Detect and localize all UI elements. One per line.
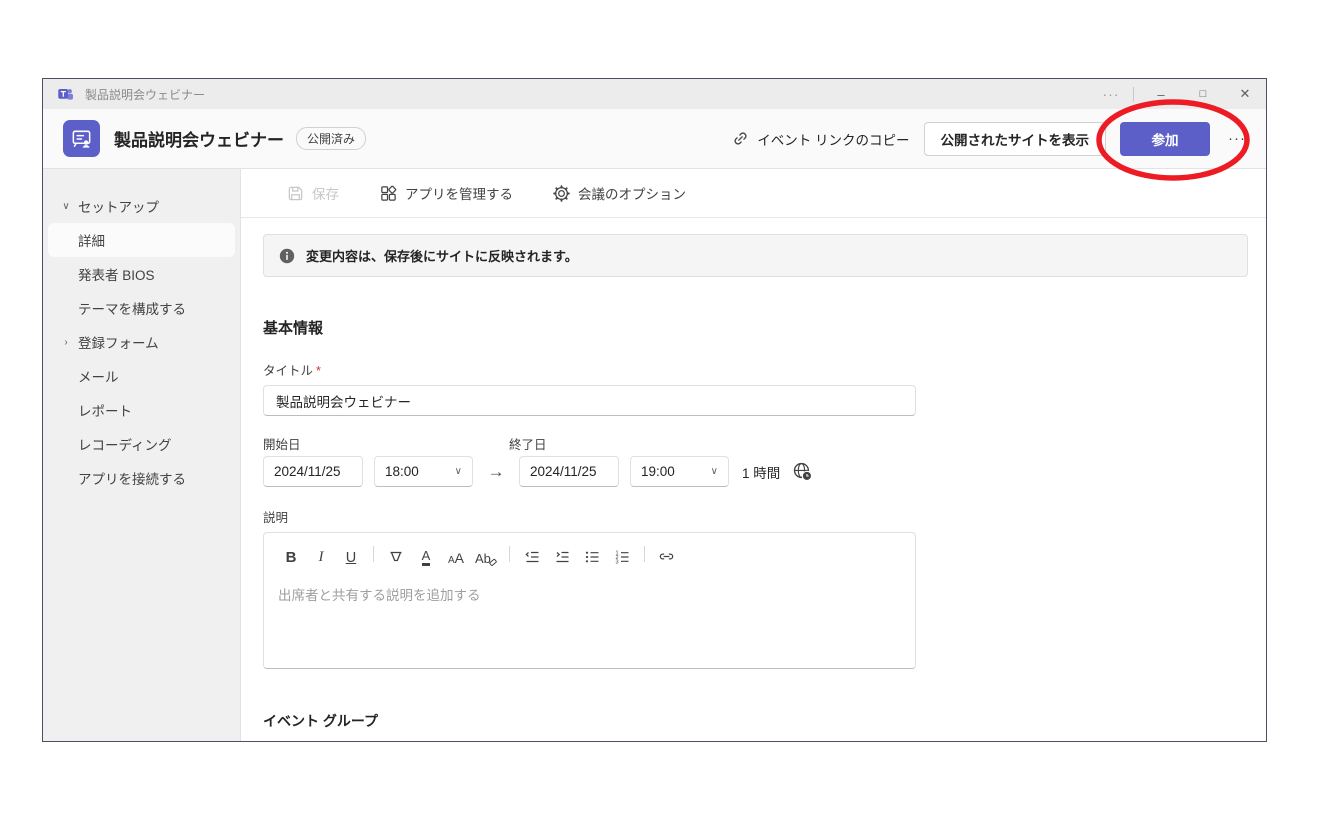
gear-icon (553, 185, 570, 202)
meeting-options-button[interactable]: 会議のオプション (541, 177, 698, 209)
window-title: 製品説明会ウェビナー (85, 86, 205, 103)
chevron-down-icon: ∨ (455, 466, 462, 477)
duration-text: 1 時間 (742, 462, 780, 482)
insert-link-icon[interactable] (654, 542, 680, 566)
bold-icon[interactable]: B (278, 542, 304, 566)
date-row: 18:00 ∨ → 19:00 ∨ 1 時間 (263, 456, 916, 487)
numbered-list-icon[interactable]: 1 2 3 (609, 542, 635, 566)
info-icon (278, 247, 296, 265)
info-banner: 変更内容は、保存後にサイトに反映されます。 (263, 234, 1248, 277)
header-more-button[interactable]: ··· (1224, 124, 1250, 153)
apps-icon (379, 184, 397, 202)
title-label: タイトル* (263, 360, 1248, 379)
outdent-icon[interactable] (519, 542, 545, 566)
end-time-select[interactable]: 19:00 ∨ (630, 456, 729, 487)
window-body: ∨ セットアップ 詳細 発表者 BIOS テーマを構成する › 登録フォーム メ (43, 169, 1266, 741)
sidebar-item-setup[interactable]: ∨ セットアップ (48, 189, 235, 223)
start-date-label: 開始日 (263, 434, 301, 453)
sidebar-item-mail[interactable]: メール (48, 359, 235, 393)
teams-window: 製品説明会ウェビナー ··· – □ ✕ 製品説明会ウェビナー (42, 78, 1267, 742)
editor-divider (509, 546, 510, 562)
sidebar-item-configure-theme[interactable]: テーマを構成する (48, 291, 235, 325)
page-title: 製品説明会ウェビナー (114, 126, 284, 151)
description-placeholder[interactable]: 出席者と共有する説明を追加する (264, 568, 915, 654)
form-scroll-area: 変更内容は、保存後にサイトに反映されます。 基本情報 タイトル* 開始日 終了日 (241, 218, 1266, 741)
titlebar: 製品説明会ウェビナー ··· – □ ✕ (43, 79, 1266, 109)
editor-divider (373, 546, 374, 562)
font-color-icon[interactable]: A (413, 542, 439, 566)
italic-icon[interactable]: I (308, 542, 334, 566)
content-toolbar: 保存 アプリを管理する (241, 169, 1266, 218)
teams-logo-icon (57, 86, 74, 103)
event-group-subtitle: イベントを保存すると、招待されます。 (263, 740, 1248, 741)
window-controls: ··· – □ ✕ (1091, 79, 1266, 109)
editor-toolbar: B I U A (264, 533, 915, 568)
underline-icon[interactable]: U (338, 542, 364, 566)
maximize-button[interactable]: □ (1182, 79, 1224, 109)
main-content: 保存 アプリを管理する (241, 169, 1266, 741)
sidebar-item-recording[interactable]: レコーディング (48, 427, 235, 461)
sidebar: ∨ セットアップ 詳細 発表者 BIOS テーマを構成する › 登録フォーム メ (43, 169, 241, 741)
published-badge: 公開済み (296, 127, 366, 150)
arrow-right-icon: → (473, 462, 519, 482)
chevron-right-icon: › (56, 337, 76, 348)
end-date-label: 終了日 (509, 434, 547, 453)
event-header: 製品説明会ウェビナー 公開済み イベント リンクのコピー 公開されたサイトを表示… (43, 109, 1266, 169)
description-editor: B I U A (263, 532, 916, 669)
title-input[interactable] (263, 385, 916, 416)
titlebar-more-button[interactable]: ··· (1091, 79, 1131, 109)
required-asterisk: * (316, 364, 321, 378)
date-labels: 開始日 終了日 (263, 434, 916, 450)
banner-text: 変更内容は、保存後にサイトに反映されます。 (306, 246, 578, 265)
start-date-input[interactable] (263, 456, 363, 487)
minimize-button[interactable]: – (1140, 79, 1182, 109)
indent-icon[interactable] (549, 542, 575, 566)
font-size-icon[interactable]: AA (443, 542, 469, 566)
section-title-basic-info: 基本情報 (263, 317, 1248, 338)
titlebar-divider (1133, 87, 1134, 102)
close-button[interactable]: ✕ (1224, 79, 1266, 109)
sidebar-item-report[interactable]: レポート (48, 393, 235, 427)
chevron-down-icon: ∨ (711, 466, 718, 477)
webinar-app-icon (63, 120, 100, 157)
copy-event-link-label: イベント リンクのコピー (757, 129, 909, 149)
chevron-down-icon: ∨ (56, 201, 76, 212)
clear-format-icon[interactable]: Ab (473, 542, 500, 566)
editor-divider (644, 546, 645, 562)
copy-event-link-button[interactable]: イベント リンクのコピー (731, 129, 909, 149)
sidebar-item-connect-apps[interactable]: アプリを接続する (48, 461, 235, 495)
highlight-icon[interactable] (383, 542, 409, 566)
end-date-input[interactable] (519, 456, 619, 487)
sidebar-item-presenter-bios[interactable]: 発表者 BIOS (48, 257, 235, 291)
join-button[interactable]: 参加 (1120, 122, 1210, 156)
event-group-title: イベント グループ (263, 711, 1248, 731)
sidebar-item-details[interactable]: 詳細 (48, 223, 235, 257)
save-button[interactable]: 保存 (275, 177, 351, 209)
link-icon (731, 129, 750, 148)
view-published-site-button[interactable]: 公開されたサイトを表示 (924, 122, 1107, 156)
start-time-select[interactable]: 18:00 ∨ (374, 456, 473, 487)
page: 製品説明会ウェビナー ··· – □ ✕ 製品説明会ウェビナー (0, 0, 1330, 833)
header-actions: イベント リンクのコピー 公開されたサイトを表示 参加 ··· (731, 122, 1250, 156)
timezone-globe-clock-icon[interactable] (792, 461, 813, 482)
svg-text:3: 3 (615, 560, 618, 566)
manage-apps-button[interactable]: アプリを管理する (367, 177, 525, 209)
bullet-list-icon[interactable] (579, 542, 605, 566)
description-label: 説明 (263, 507, 1248, 526)
sidebar-item-registration-form[interactable]: › 登録フォーム (48, 325, 235, 359)
save-icon (287, 185, 304, 202)
